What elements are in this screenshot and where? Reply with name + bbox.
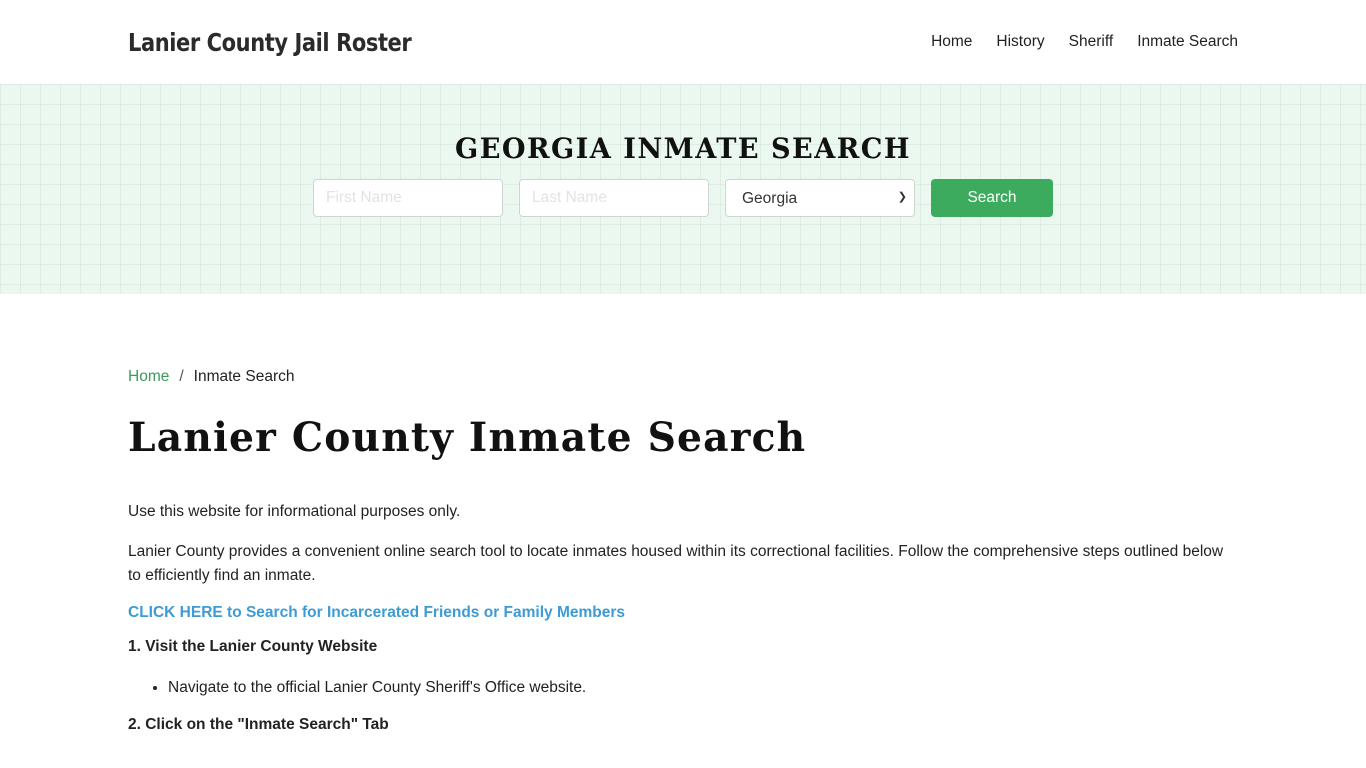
- site-logo[interactable]: Lanier County Jail Roster: [128, 28, 412, 57]
- inmate-search-form: Georgia ❯ Search: [313, 179, 1053, 217]
- banner-title: GEORGIA INMATE SEARCH: [455, 132, 911, 165]
- last-name-input[interactable]: [519, 179, 709, 217]
- search-friends-family-link[interactable]: CLICK HERE to Search for Incarcerated Fr…: [128, 604, 1238, 622]
- breadcrumb: Home / Inmate Search: [128, 368, 1238, 386]
- breadcrumb-separator: /: [179, 368, 184, 385]
- breadcrumb-home[interactable]: Home: [128, 368, 169, 386]
- nav-history[interactable]: History: [996, 33, 1044, 51]
- breadcrumb-current: Inmate Search: [193, 368, 295, 385]
- search-button[interactable]: Search: [931, 179, 1053, 217]
- main-nav: Home History Sheriff Inmate Search: [907, 33, 1238, 51]
- step-heading-1: 1. Visit the Lanier County Website: [128, 638, 378, 655]
- step-heading-2: 2. Click on the "Inmate Search" Tab: [128, 716, 389, 733]
- nav-home[interactable]: Home: [931, 33, 972, 51]
- main-content: Home / Inmate Search Lanier County Inmat…: [0, 368, 1366, 734]
- search-banner: GEORGIA INMATE SEARCH Georgia ❯ Search: [0, 84, 1366, 294]
- first-name-input[interactable]: [313, 179, 503, 217]
- intro-text: Use this website for informational purpo…: [128, 503, 461, 520]
- nav-sheriff[interactable]: Sheriff: [1069, 33, 1114, 51]
- description-text: Lanier County provides a convenient onli…: [128, 543, 1224, 584]
- list-item: Navigate to the official Lanier County S…: [168, 676, 1238, 700]
- state-select-wrapper: Georgia ❯: [725, 179, 915, 217]
- site-header: Lanier County Jail Roster Home History S…: [0, 0, 1366, 84]
- page-title: Lanier County Inmate Search: [128, 414, 807, 461]
- step-1-list: Navigate to the official Lanier County S…: [128, 676, 1238, 700]
- nav-inmate-search[interactable]: Inmate Search: [1137, 33, 1238, 51]
- state-select[interactable]: Georgia: [725, 179, 915, 217]
